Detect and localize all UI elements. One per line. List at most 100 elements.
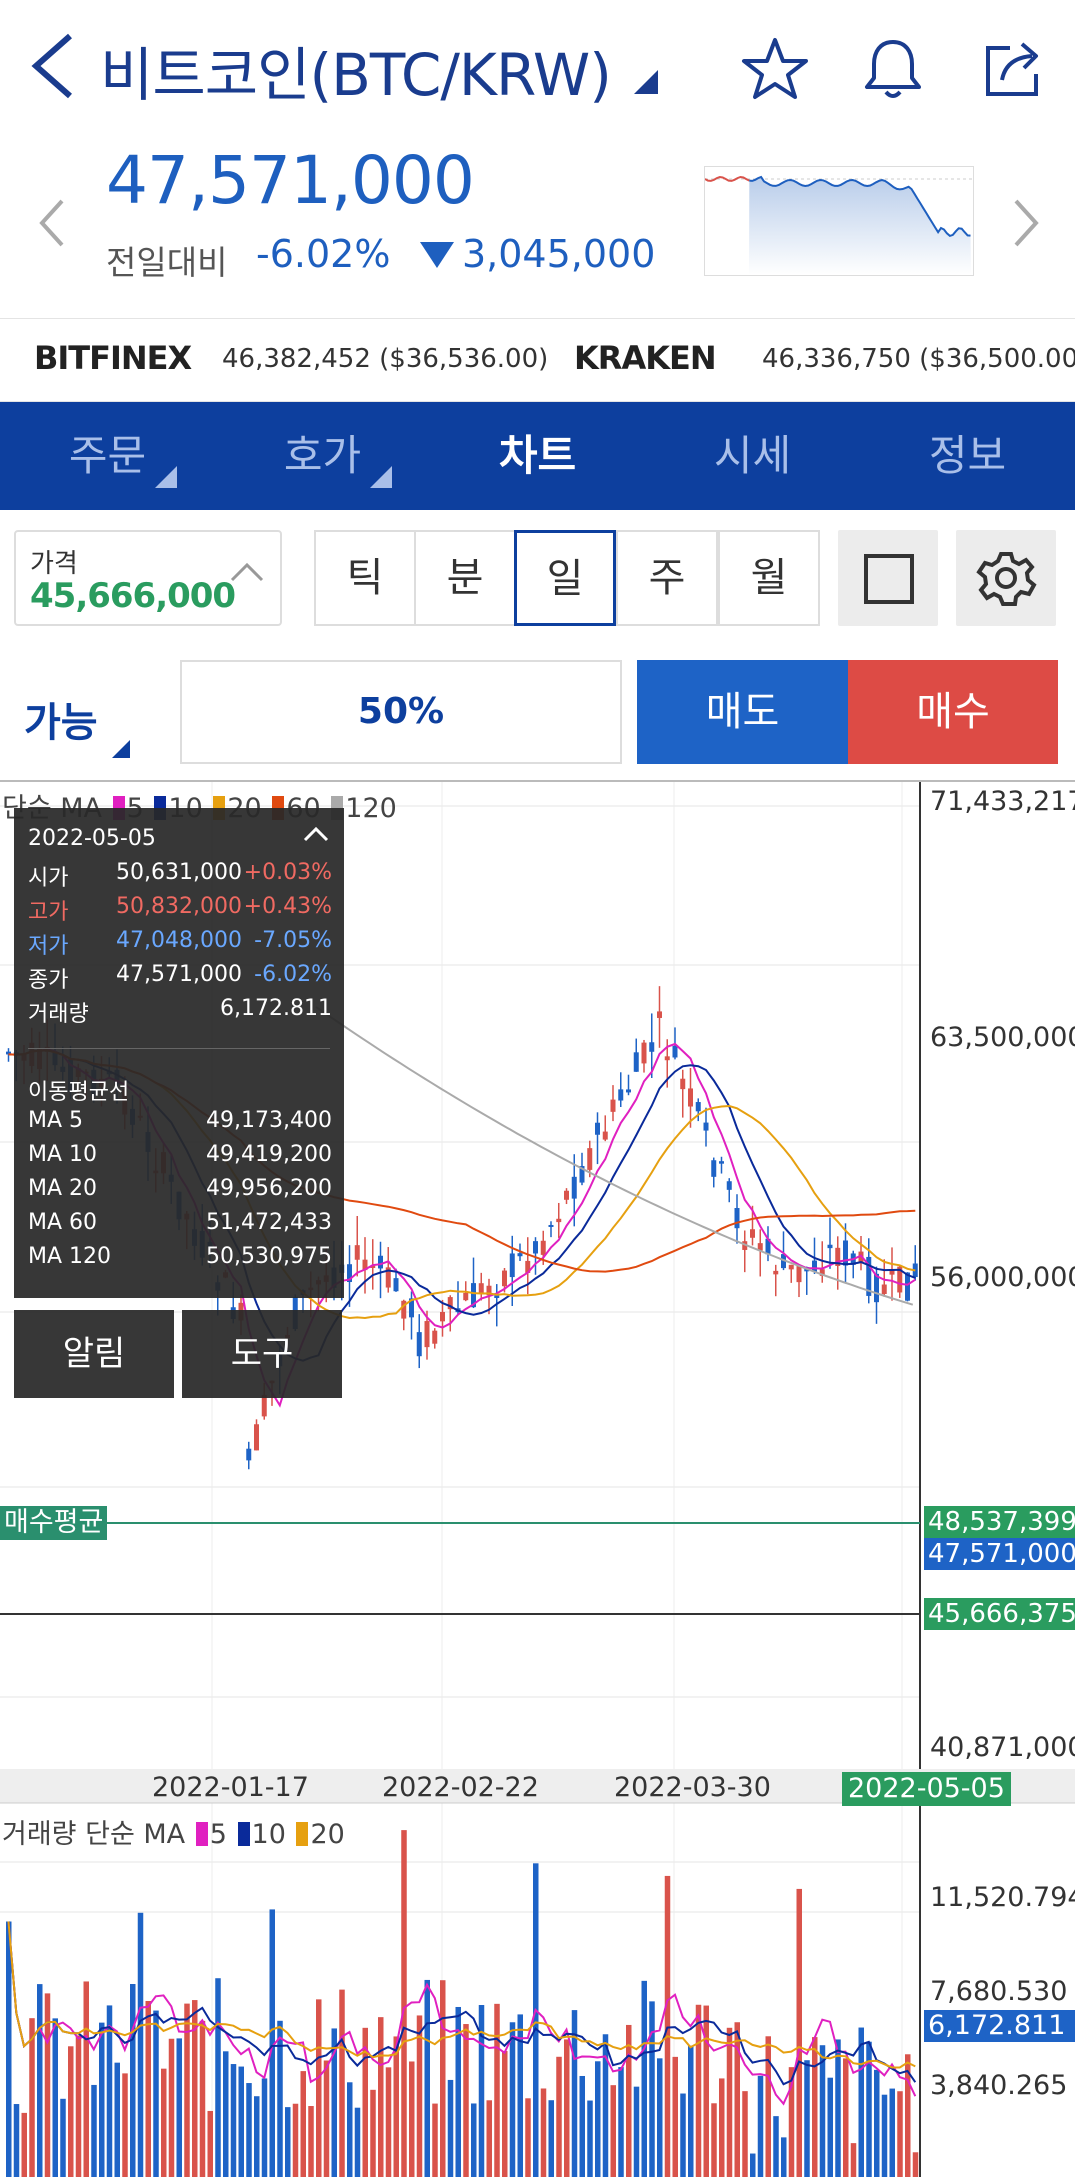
tab-chart[interactable]: 차트 <box>430 402 645 510</box>
volume-bar <box>347 2082 353 2177</box>
candle <box>571 1176 577 1199</box>
chevron-up-icon[interactable] <box>228 560 266 588</box>
avg-price-tag: 48,537,399 <box>924 1506 1075 1538</box>
caret-icon[interactable] <box>632 70 658 100</box>
bell-icon[interactable] <box>858 34 928 104</box>
exchange-name: KRAKEN <box>574 339 717 377</box>
x-tick-label: 2022-03-30 <box>614 1772 771 1803</box>
tool-button[interactable]: 도구 <box>182 1310 342 1398</box>
candle <box>695 1102 701 1112</box>
volume-bar <box>494 2003 500 2177</box>
candle <box>641 1042 647 1064</box>
tooltip-ma-row: MA 120 50,530,975 <box>28 1244 332 1274</box>
change-percent: -6.02% <box>256 232 391 276</box>
volume-legend[interactable]: 거래량 단순 MA 5 10 20 <box>2 1812 345 1851</box>
page-title[interactable]: 비트코인(BTC/KRW) <box>100 28 612 112</box>
tooltip-ma-row: MA 20 49,956,200 <box>28 1176 332 1206</box>
volume-bar <box>626 2024 632 2177</box>
period-month[interactable]: 월 <box>718 530 820 626</box>
volume-bar <box>711 2103 717 2177</box>
tab-info[interactable]: 정보 <box>860 402 1075 510</box>
volume-bar <box>750 2153 756 2177</box>
volume-ma20-line <box>7 1921 916 2069</box>
y-tick-label: 56,000,000 <box>930 1262 1075 1293</box>
volume-bar <box>68 2046 74 2177</box>
volume-ma10-line <box>7 1921 917 2086</box>
tooltip-row: 거래량 6,172.811 <box>28 996 332 1027</box>
volume-bar <box>471 2103 477 2177</box>
volume-bar <box>424 1979 430 2177</box>
volume-bar <box>819 2045 826 2177</box>
prev-arrow-icon[interactable] <box>34 195 70 251</box>
tab-market[interactable]: 시세 <box>645 402 860 510</box>
volume-bar <box>176 2038 182 2177</box>
star-icon[interactable] <box>740 34 810 104</box>
available-label[interactable]: 가능 <box>24 690 98 748</box>
ma10-swatch <box>237 1822 250 1846</box>
candle <box>688 1088 693 1107</box>
volume-bar <box>153 2010 159 2177</box>
square-icon <box>864 554 914 604</box>
volume-bar <box>416 2015 423 2177</box>
volume-bar <box>184 2003 190 2177</box>
volume-bar <box>874 2069 880 2177</box>
tab-order[interactable]: 주문 <box>0 402 215 510</box>
price-label: 가격 <box>30 549 78 579</box>
volume-bar <box>168 2038 175 2177</box>
candle <box>254 1424 259 1451</box>
candle <box>881 1284 887 1294</box>
volume-legend-prefix: 거래량 단순 MA <box>2 1819 186 1850</box>
period-day[interactable]: 일 <box>514 530 616 626</box>
volume-bar <box>447 2079 454 2177</box>
volume-bar <box>463 2024 469 2177</box>
tooltip-pct: -7.05% <box>254 928 332 953</box>
volume-bar <box>401 1830 407 2177</box>
next-arrow-icon[interactable] <box>1008 195 1044 251</box>
sparkline[interactable] <box>704 166 974 276</box>
candle <box>424 1321 430 1348</box>
volume-bar <box>385 2067 392 2177</box>
volume-bar <box>649 2001 655 2177</box>
y-tick-label: 40,871,000 <box>930 1732 1075 1763</box>
volume-bar <box>618 2067 624 2177</box>
volume-bar <box>548 2100 554 2177</box>
volume-bar <box>726 2027 733 2177</box>
candle <box>726 1181 732 1190</box>
volume-bar <box>223 2051 229 2177</box>
volume-bar <box>432 2103 438 2177</box>
volume-bar <box>633 2086 640 2177</box>
tooltip-row: 종가 47,571,000 -6.02% <box>28 962 332 993</box>
buy-button[interactable]: 매수 <box>848 660 1058 764</box>
chevron-up-icon[interactable] <box>302 824 330 849</box>
fullscreen-button[interactable] <box>838 530 938 626</box>
period-week[interactable]: 주 <box>616 530 718 626</box>
volume-bar <box>440 1980 446 2177</box>
candle <box>416 1332 422 1357</box>
candle <box>494 1295 500 1298</box>
tooltip-divider <box>28 1048 330 1049</box>
alarm-button[interactable]: 알림 <box>14 1310 174 1398</box>
share-icon[interactable] <box>980 34 1050 104</box>
tooltip-value: 50,832,000 <box>116 894 242 919</box>
tooltip-ma-row: MA 60 51,472,433 <box>28 1210 332 1240</box>
volume-bar <box>781 2137 787 2177</box>
candle <box>354 1245 360 1260</box>
back-icon[interactable] <box>28 30 88 102</box>
volume-bar <box>672 2056 678 2177</box>
volume-bar <box>579 2075 585 2177</box>
tooltip-value: 47,571,000 <box>116 962 242 987</box>
tab-orderbook[interactable]: 호가 <box>215 402 430 510</box>
period-tick[interactable]: 틱 <box>314 530 416 626</box>
volume-bar <box>765 2036 771 2177</box>
volume-bar <box>533 1863 539 2177</box>
volume-bar <box>610 2085 616 2177</box>
percent-selector[interactable]: 50% <box>180 660 622 764</box>
volume-bar <box>587 2100 593 2177</box>
period-minute[interactable]: 분 <box>414 530 516 626</box>
candle <box>905 1272 910 1301</box>
y-tick-label: 63,500,000 <box>930 1022 1075 1053</box>
sell-button[interactable]: 매도 <box>637 660 848 764</box>
tooltip-key: 거래량 <box>28 1002 89 1027</box>
settings-button[interactable] <box>956 530 1056 626</box>
candle <box>610 1099 616 1112</box>
